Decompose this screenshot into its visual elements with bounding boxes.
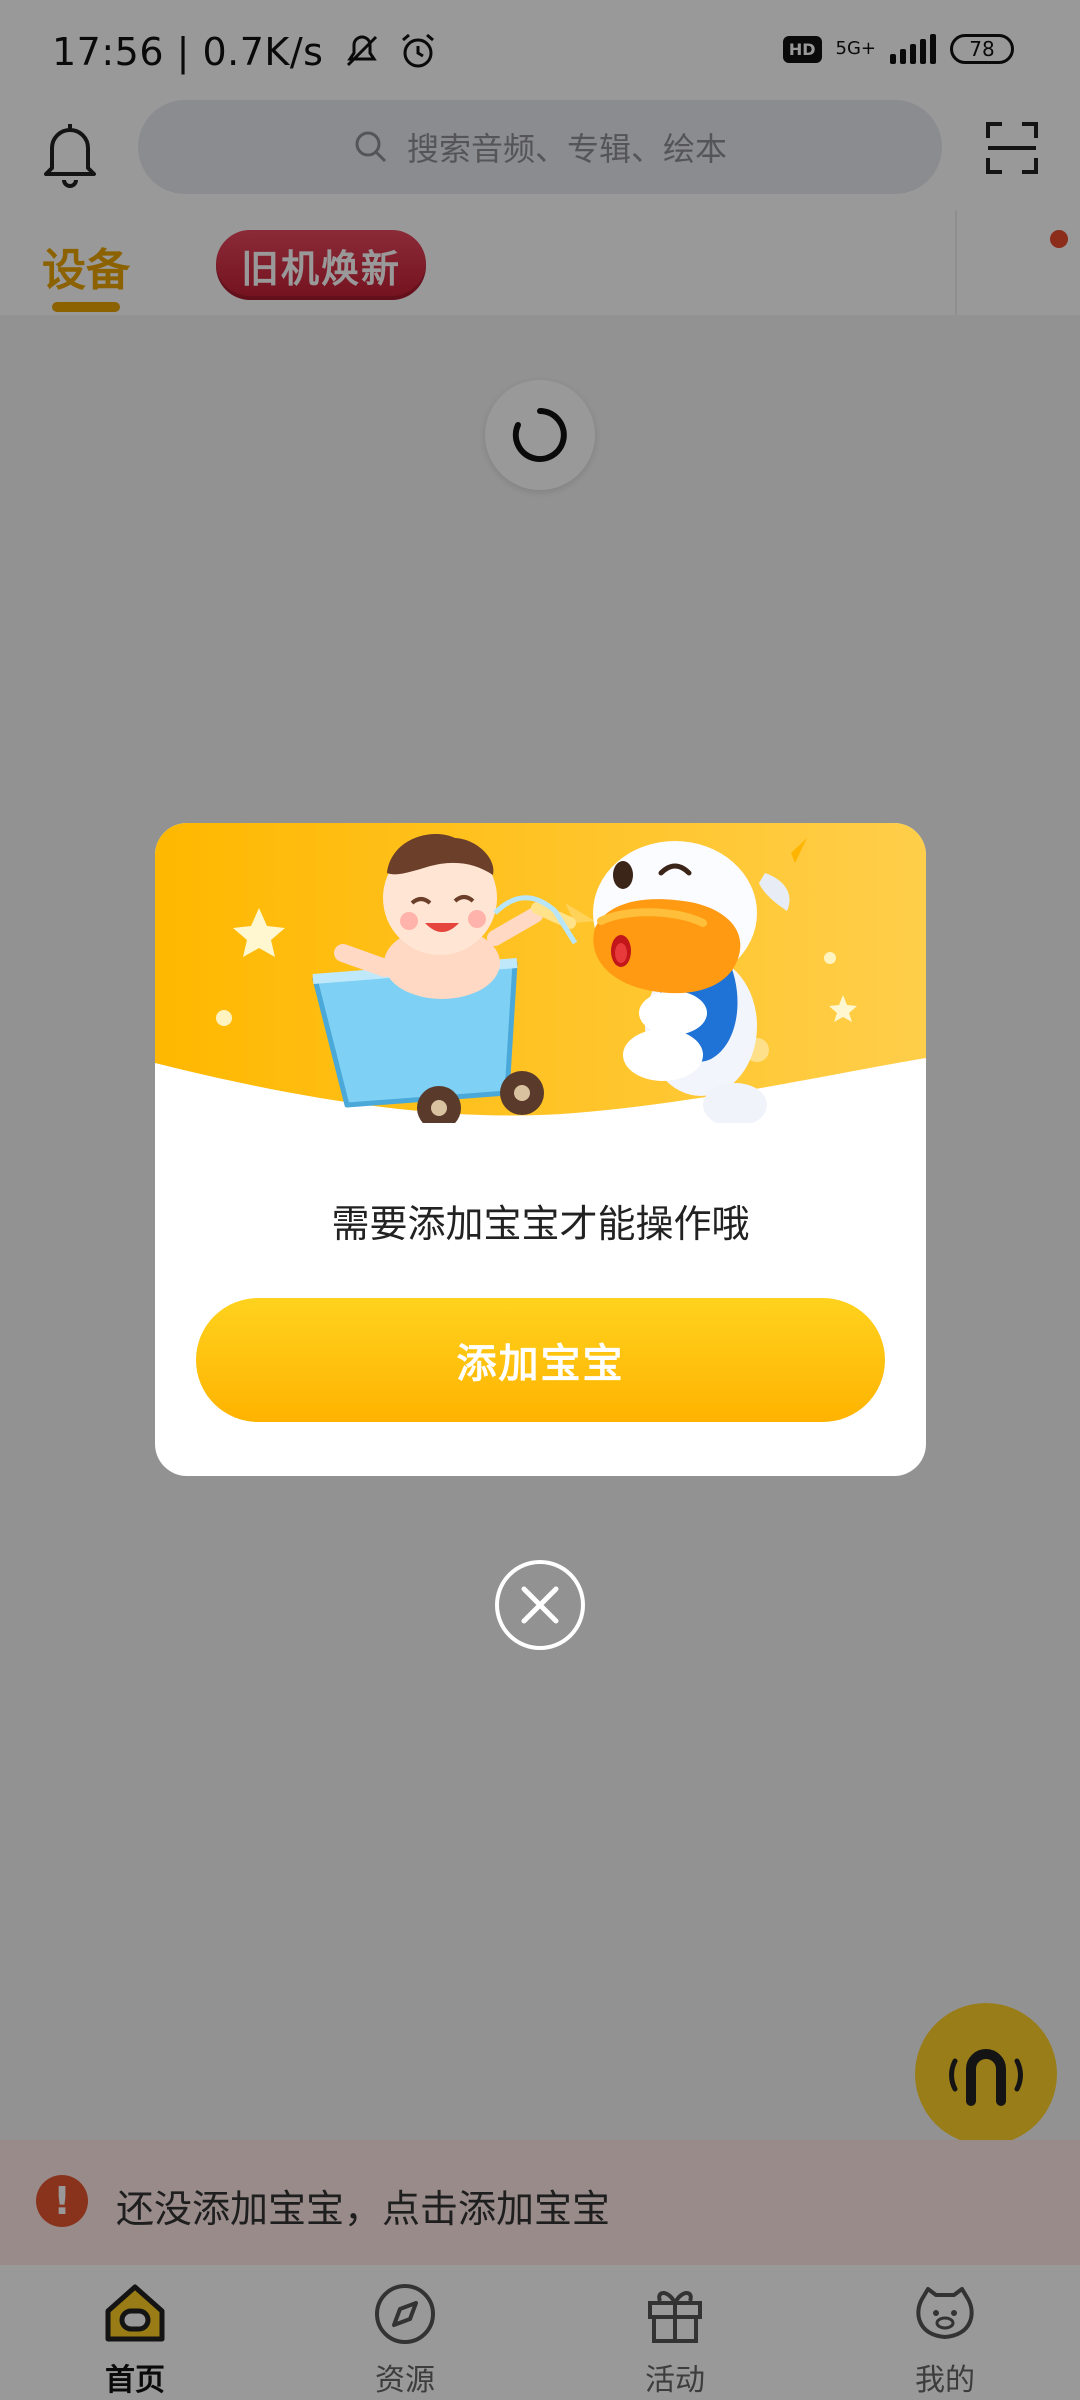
dialog-message: 需要添加宝宝才能操作哦 (331, 1202, 750, 1246)
star-icon (233, 908, 285, 957)
add-baby-button[interactable]: 添加宝宝 (196, 1298, 885, 1422)
close-icon (521, 1586, 559, 1624)
close-dialog-button[interactable] (495, 1560, 585, 1650)
star-icon (829, 995, 857, 1022)
add-baby-dialog: 需要添加宝宝才能操作哦 添加宝宝 (155, 823, 926, 1476)
baby-and-mascot-illustration (216, 834, 857, 1123)
